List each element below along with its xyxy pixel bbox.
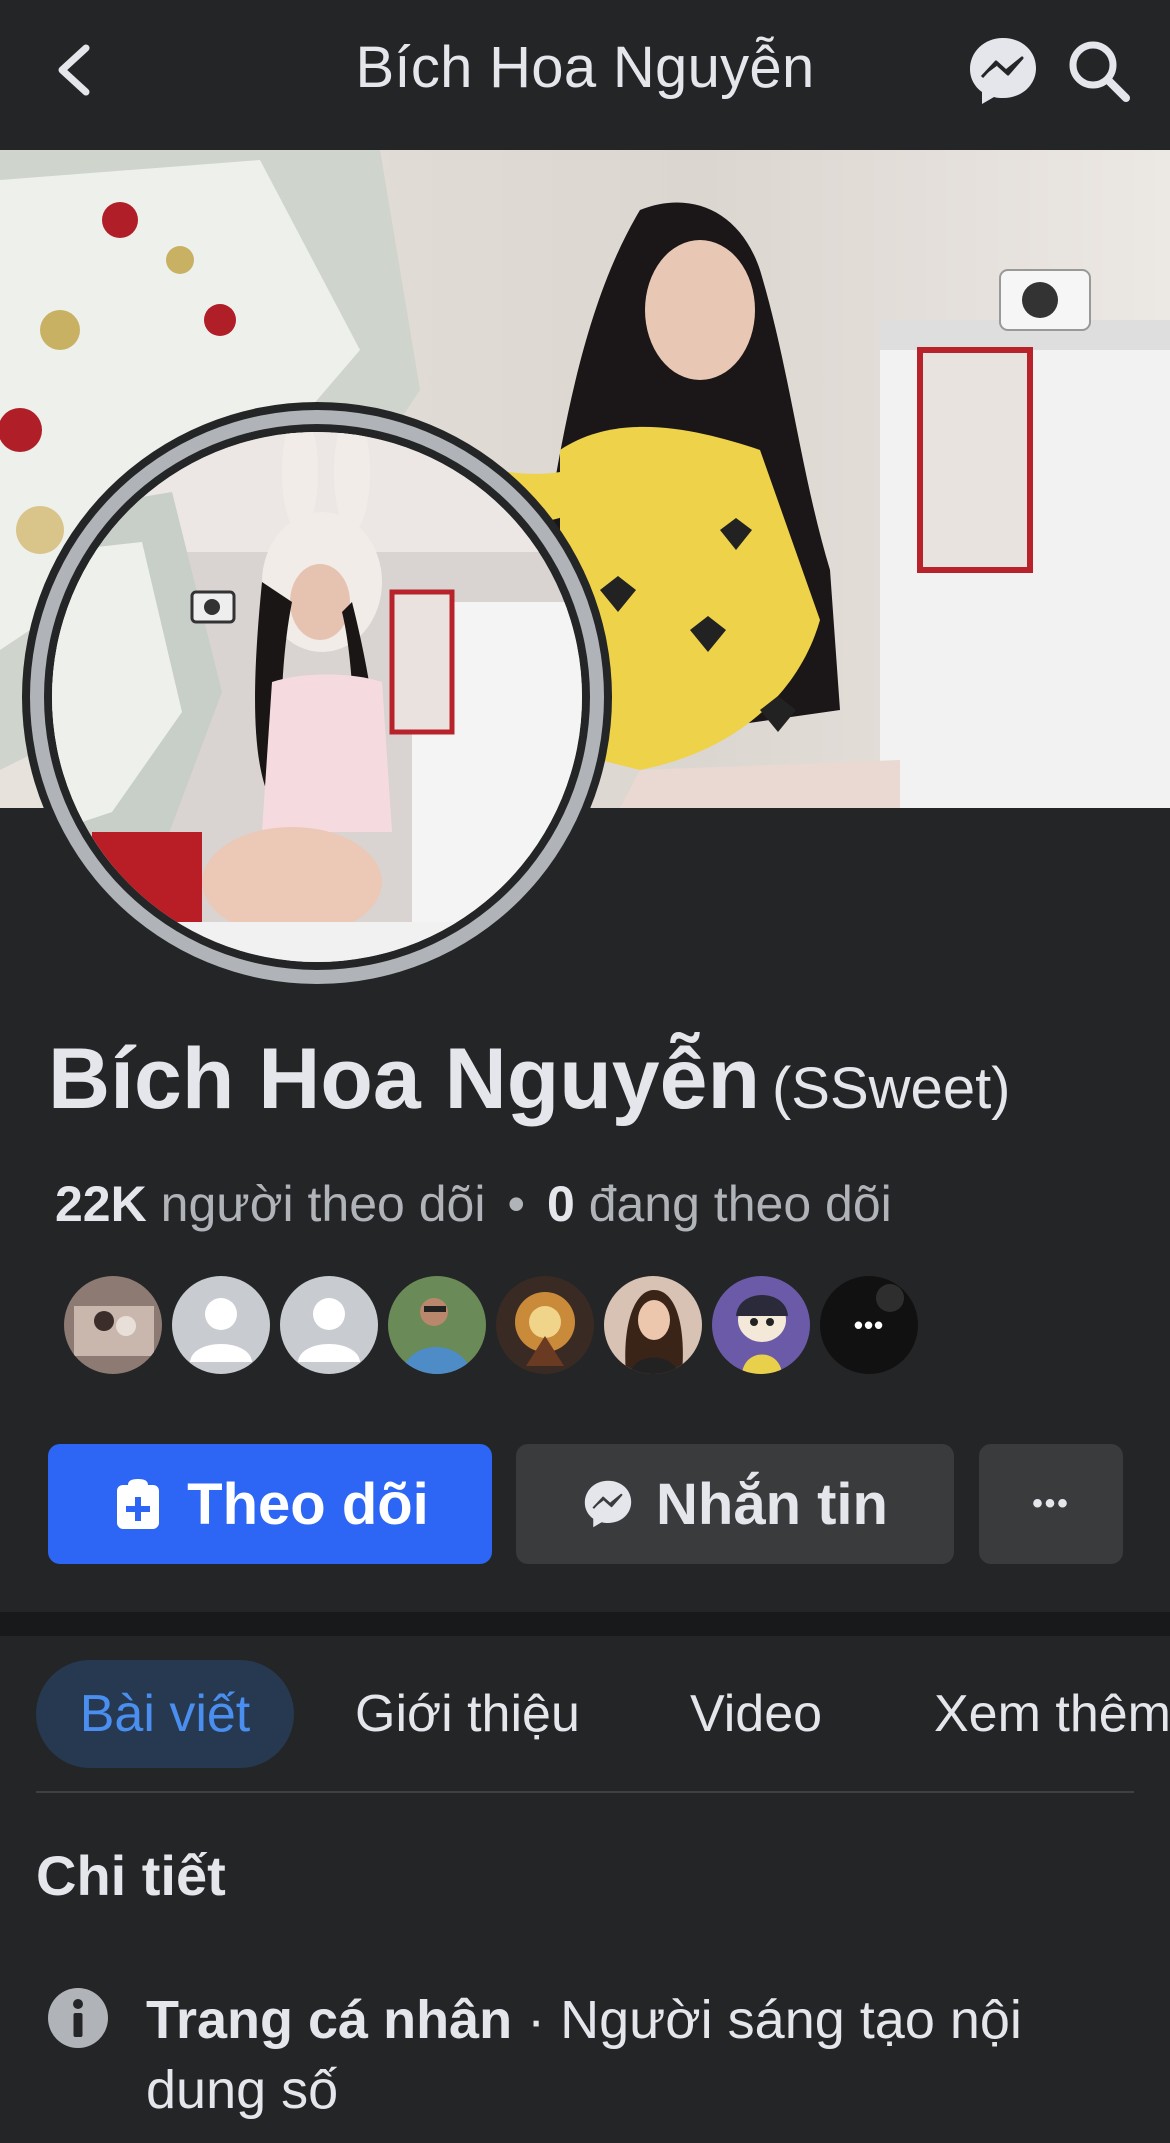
tab-see-more[interactable]: Xem thêm (934, 1660, 1170, 1768)
message-button[interactable]: Nhắn tin (516, 1444, 954, 1564)
follow-button-label: Theo dõi (187, 1471, 429, 1537)
tabs-divider (36, 1791, 1134, 1793)
messenger-icon (970, 38, 1036, 104)
following-count: 0 (546, 1176, 575, 1232)
follower-avatar[interactable] (496, 1276, 594, 1374)
top-bar: Bích Hoa Nguyễn (0, 0, 1170, 150)
profile-photo-image (52, 432, 582, 962)
profile-tabs: Bài viết Giới thiệu Video Xem thêm (0, 1660, 1170, 1770)
profile-stats: 22K người theo dõi • 0 đang theo dõi (55, 1175, 892, 1233)
follow-icon (117, 1479, 160, 1529)
profile-name-text: Bích Hoa Nguyễn (48, 1031, 760, 1127)
follow-button[interactable]: Theo dõi (48, 1444, 492, 1564)
more-followers-button[interactable]: ••• (820, 1276, 918, 1374)
stats-separator: • (507, 1176, 525, 1232)
follower-avatar[interactable] (388, 1276, 486, 1374)
messenger-button[interactable] (966, 34, 1040, 108)
follower-avatar[interactable] (604, 1276, 702, 1374)
messenger-icon (584, 1480, 632, 1528)
followers-label: người theo dõi (160, 1176, 486, 1232)
details-item-separator: · (512, 1990, 561, 2050)
following-link[interactable]: 0 đang theo dõi (547, 1176, 892, 1232)
follower-avatar[interactable] (280, 1276, 378, 1374)
more-followers-label: ••• (853, 1309, 885, 1340)
follower-avatar[interactable] (712, 1276, 810, 1374)
details-item-profile-type: Trang cá nhân · Người sáng tạo nội dung … (146, 1985, 1106, 2125)
follower-avatar[interactable] (172, 1276, 270, 1374)
message-button-label: Nhắn tin (656, 1471, 888, 1537)
more-options-label: ••• (1032, 1487, 1070, 1520)
following-label: đang theo dõi (588, 1176, 892, 1232)
follower-avatar[interactable] (64, 1276, 162, 1374)
tab-about[interactable]: Giới thiệu (355, 1660, 580, 1768)
info-icon (48, 1988, 108, 2048)
profile-name: Bích Hoa Nguyễn (SSweet) (48, 1030, 1011, 1129)
section-divider (0, 1612, 1170, 1636)
details-heading: Chi tiết (36, 1844, 226, 1907)
tab-posts[interactable]: Bài viết (36, 1660, 294, 1768)
followers-link[interactable]: 22K người theo dõi (55, 1176, 485, 1232)
followers-count: 22K (55, 1176, 147, 1232)
profile-nickname: (SSweet) (771, 1056, 1011, 1121)
details-item-strong: Trang cá nhân (146, 1990, 513, 2050)
profile-picture[interactable] (22, 402, 612, 992)
search-icon (1069, 41, 1130, 102)
tab-video[interactable]: Video (690, 1660, 822, 1768)
more-options-button[interactable]: ••• (979, 1444, 1123, 1564)
search-button[interactable] (1064, 36, 1134, 106)
